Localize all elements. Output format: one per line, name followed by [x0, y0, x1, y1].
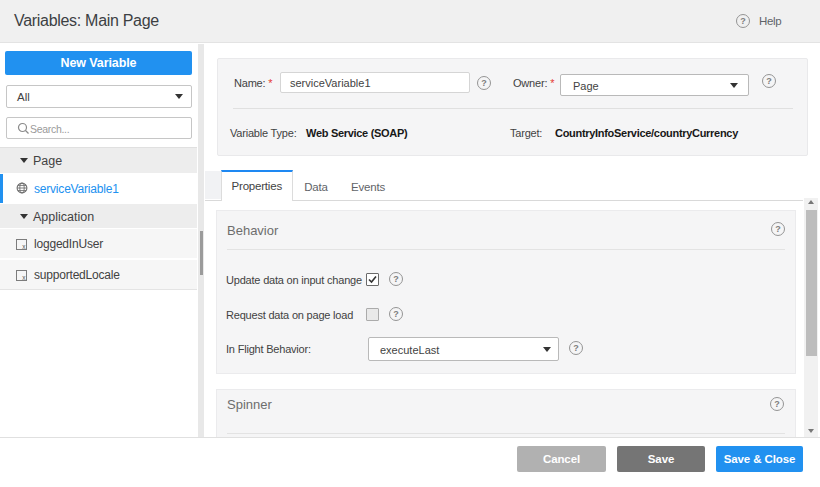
svg-text:x: x	[22, 243, 26, 250]
svg-text:x: x	[22, 274, 26, 281]
